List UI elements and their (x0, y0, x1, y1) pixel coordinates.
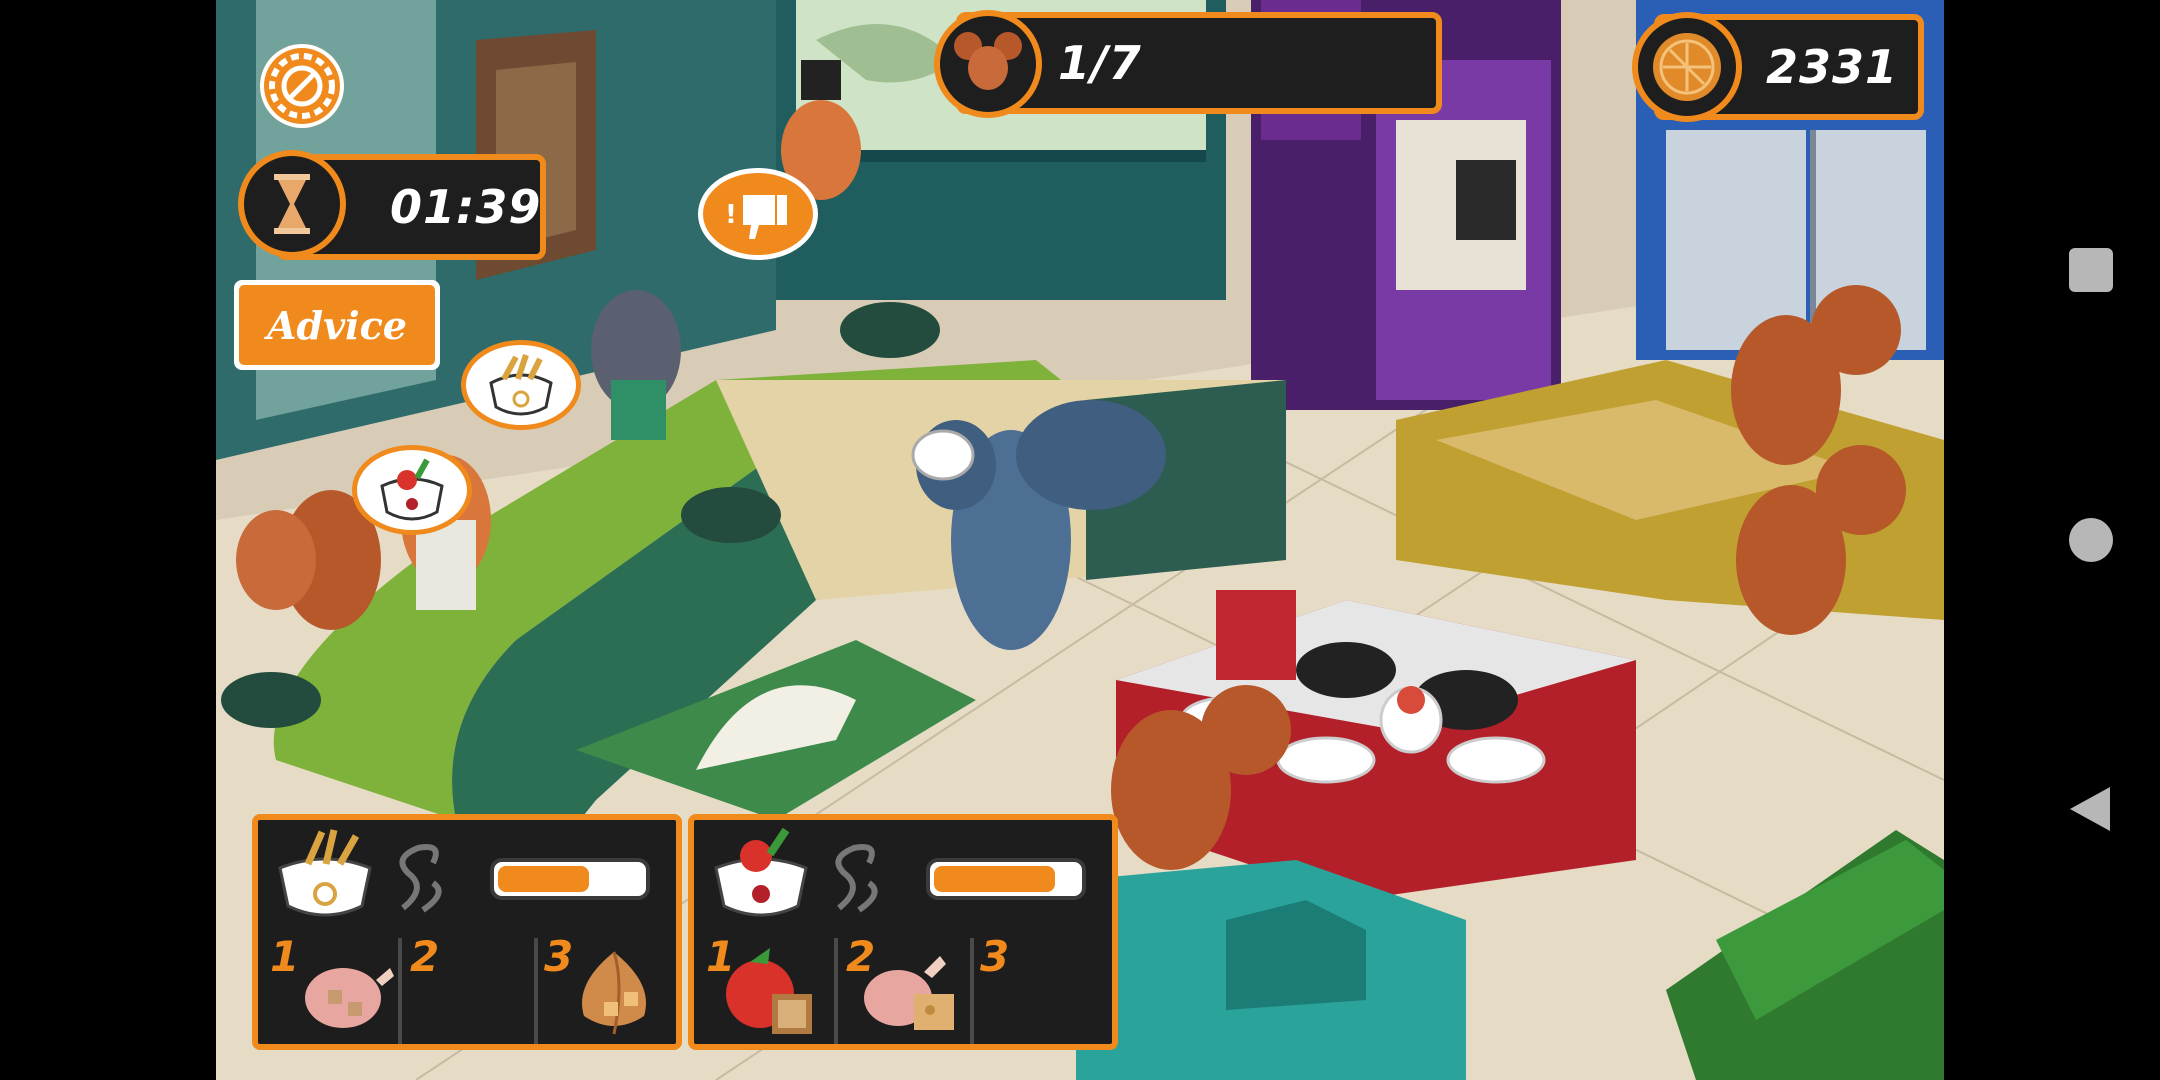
chicken-cheese-icon[interactable] (858, 948, 968, 1040)
noodle-bowl-icon (278, 829, 372, 917)
gear-icon (269, 53, 335, 119)
steam-icon (399, 844, 442, 913)
timer-icon-frame (238, 150, 346, 258)
order-bubble-noodle (461, 340, 581, 430)
back-icon[interactable] (2066, 783, 2114, 835)
mouse-customer-icon (954, 32, 1022, 90)
timer-value: 01:39 (390, 180, 542, 234)
slot-divider (534, 938, 538, 1044)
cook-progress-fill-1 (498, 866, 589, 892)
cook-progress-bar-2 (926, 858, 1086, 900)
noodle-bowl-icon (489, 354, 553, 416)
coins-icon-frame (1632, 12, 1742, 122)
chicken-icon[interactable] (298, 950, 398, 1040)
tomato-soup-icon (714, 828, 808, 917)
slot-divider (834, 938, 838, 1044)
advice-button[interactable]: Advice (234, 280, 440, 370)
angry-customer-bubble: ! (698, 168, 818, 260)
coins-value: 2331 (1766, 40, 1899, 94)
customers-icon-frame (934, 10, 1042, 118)
steam-icon (835, 844, 878, 913)
cook-progress-fill-2 (934, 866, 1056, 892)
slot-3-number: 3 (980, 932, 1010, 981)
slot-divider (398, 938, 402, 1044)
slot-1-number: 1 (270, 932, 300, 981)
onion-icon[interactable] (564, 944, 664, 1040)
coin-icon (1653, 33, 1721, 101)
customers-value: 1/7 (1058, 36, 1142, 90)
advice-label: Advice (239, 285, 435, 365)
order-bubble-tomato-soup (352, 445, 472, 535)
order-panel-2[interactable]: 1 2 3 (688, 814, 1118, 1050)
home-icon[interactable] (2069, 518, 2113, 562)
game-viewport: ! 01:39 Advice 1/7 2331 1 2 3 1 2 3 (216, 0, 1944, 1080)
tomato-soup-icon (380, 458, 444, 521)
tomato-bread-icon[interactable] (720, 944, 830, 1040)
thumbs-down-icon: ! (725, 195, 787, 239)
device-screen: ! 01:39 Advice 1/7 2331 1 2 3 1 2 3 (0, 0, 2160, 1080)
svg-text:!: ! (725, 200, 737, 230)
settings-button[interactable] (260, 44, 344, 128)
slot-divider (970, 938, 974, 1044)
hourglass-icon (274, 174, 310, 234)
slot-2-number: 2 (410, 932, 440, 981)
order-panel-1[interactable]: 1 2 3 (252, 814, 682, 1050)
cook-progress-bar-1 (490, 858, 650, 900)
recent-apps-icon[interactable] (2069, 248, 2113, 292)
